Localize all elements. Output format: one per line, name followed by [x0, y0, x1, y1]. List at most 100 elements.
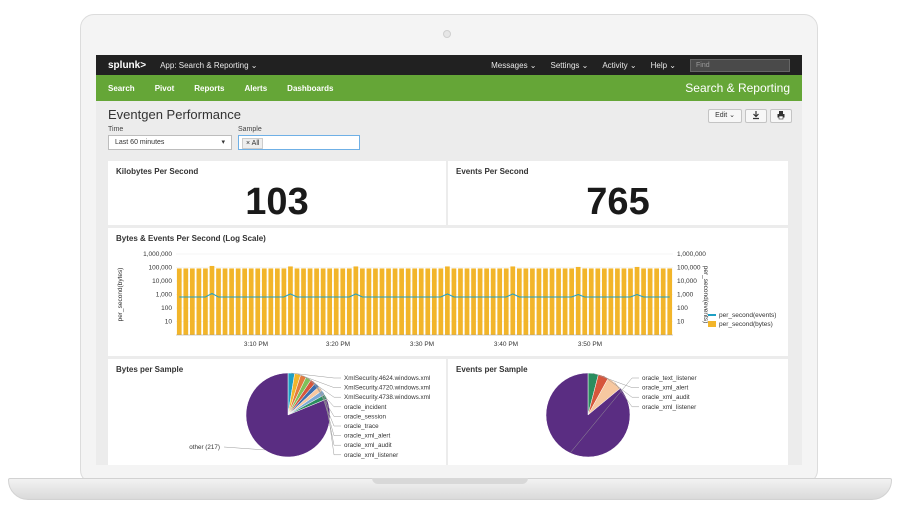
bar [418, 268, 424, 335]
bar [288, 266, 293, 335]
pie-label: oracle_session [344, 413, 387, 420]
eps-panel: Events Per Second 765 [448, 161, 788, 225]
y2-tick-label: 1,000 [677, 292, 694, 299]
sample-tag-all[interactable]: × All [242, 138, 264, 149]
pie-label: oracle_xml_alert [344, 433, 390, 440]
bar [516, 268, 522, 335]
y2-tick-label: 10,000 [677, 278, 697, 285]
bar [209, 265, 215, 335]
caret-down-icon: ▾ [221, 139, 225, 146]
bar [595, 268, 601, 335]
print-icon[interactable] [770, 109, 792, 123]
bar [248, 268, 254, 335]
bar [275, 268, 280, 335]
time-picker[interactable]: Last 60 minutes ▾ [108, 135, 232, 150]
bar [222, 268, 228, 335]
pie-label: XmlSecurity.4738.windows.xml [344, 394, 430, 401]
bytes-events-chart: 1,000,000 1,000,000 100,000 100,000 10,000 10… [117, 251, 709, 348]
y-tick-label: 10 [165, 319, 173, 326]
x-tick-label: 3:10 PM [244, 341, 268, 348]
y-axis-label: per_second(bytes) [117, 268, 124, 322]
chart-panel: Bytes & Events Per Second (Log Scale) 1,… [108, 228, 788, 356]
find-input[interactable]: Find [690, 58, 790, 72]
bar [189, 268, 195, 335]
legend-bytes: per_second(bytes) [708, 321, 773, 328]
bar [196, 268, 202, 335]
bar [301, 268, 306, 335]
pie-label: XmlSecurity.4624.windows.xml [344, 375, 430, 382]
x-tick-label: 3:40 PM [494, 341, 518, 348]
bar [431, 268, 437, 335]
time-picker-value: Last 60 minutes [115, 139, 165, 146]
bar [216, 268, 221, 335]
bar [425, 268, 431, 335]
time-input-group: Time Last 60 minutes ▾ [108, 126, 232, 150]
bar [333, 268, 339, 335]
app-menu[interactable]: App: Search & Reporting ⌄ [160, 61, 257, 70]
pie-label: oracle_text_listener [642, 375, 697, 382]
bar [183, 268, 189, 335]
bar [536, 268, 542, 335]
bar [360, 268, 365, 335]
nav-dashboards[interactable]: Dashboards [287, 84, 333, 93]
bar [346, 268, 352, 335]
bar [601, 268, 607, 335]
bar [503, 268, 509, 335]
pie-label: oracle_incident [344, 404, 387, 411]
time-label: Time [108, 126, 124, 133]
bar [667, 268, 673, 335]
menu-settings[interactable]: Settings ⌄ [551, 61, 589, 70]
bar [562, 268, 568, 335]
top-bar: splunk> App: Search & Reporting ⌄ Messag… [96, 55, 802, 75]
bar [647, 268, 653, 335]
y-tick-label: 10,000 [152, 278, 172, 285]
sample-multiselect[interactable]: × All [238, 135, 360, 150]
bar [654, 268, 660, 335]
bar [484, 268, 489, 335]
x-tick-label: 3:20 PM [326, 341, 350, 348]
pie-label: oracle_xml_alert [642, 385, 688, 392]
bar [660, 268, 666, 335]
bar [530, 268, 535, 335]
bar [634, 266, 640, 335]
bar [261, 268, 267, 335]
menu-activity[interactable]: Activity ⌄ [602, 61, 636, 70]
bar [373, 268, 378, 335]
nav-pivot[interactable]: Pivot [155, 84, 175, 93]
pie-label: oracle_xml_audit [642, 394, 690, 401]
bar [340, 268, 346, 335]
bar [615, 268, 620, 335]
leader-line [223, 446, 265, 451]
y2-tick-label: 100 [677, 305, 688, 312]
bar [458, 268, 463, 335]
sample-input-group: Sample × All [238, 126, 360, 150]
download-icon[interactable] [745, 109, 767, 123]
menu-messages[interactable]: Messages ⌄ [491, 61, 536, 70]
splunk-logo[interactable]: splunk> [108, 60, 146, 71]
bar [543, 268, 548, 335]
bar [621, 268, 627, 335]
bar [386, 268, 391, 335]
edit-button[interactable]: Edit ⌄ [708, 109, 742, 123]
bar [556, 268, 561, 335]
bar [412, 268, 418, 335]
nav-alerts[interactable]: Alerts [244, 84, 267, 93]
app-nav-bar: Search Pivot Reports Alerts Dashboards S… [96, 75, 802, 101]
bar [477, 268, 483, 335]
bar [569, 268, 574, 335]
bar [510, 266, 516, 335]
nav-search[interactable]: Search [108, 84, 135, 93]
bar [242, 268, 248, 335]
bar [353, 266, 359, 335]
dashboard-header: Eventgen Performance Edit ⌄ Time Last 60… [96, 101, 802, 161]
camera-icon [443, 30, 451, 38]
pie-label: oracle_trace [344, 423, 379, 430]
nav-reports[interactable]: Reports [194, 84, 224, 93]
screen: splunk> App: Search & Reporting ⌄ Messag… [96, 55, 802, 465]
y-tick-label: 100 [161, 305, 172, 312]
laptop-notch [372, 478, 528, 484]
bar [641, 268, 646, 335]
bar [490, 268, 496, 335]
menu-help[interactable]: Help ⌄ [651, 61, 676, 70]
input-row: Time Last 60 minutes ▾ Sample × All [108, 126, 790, 150]
